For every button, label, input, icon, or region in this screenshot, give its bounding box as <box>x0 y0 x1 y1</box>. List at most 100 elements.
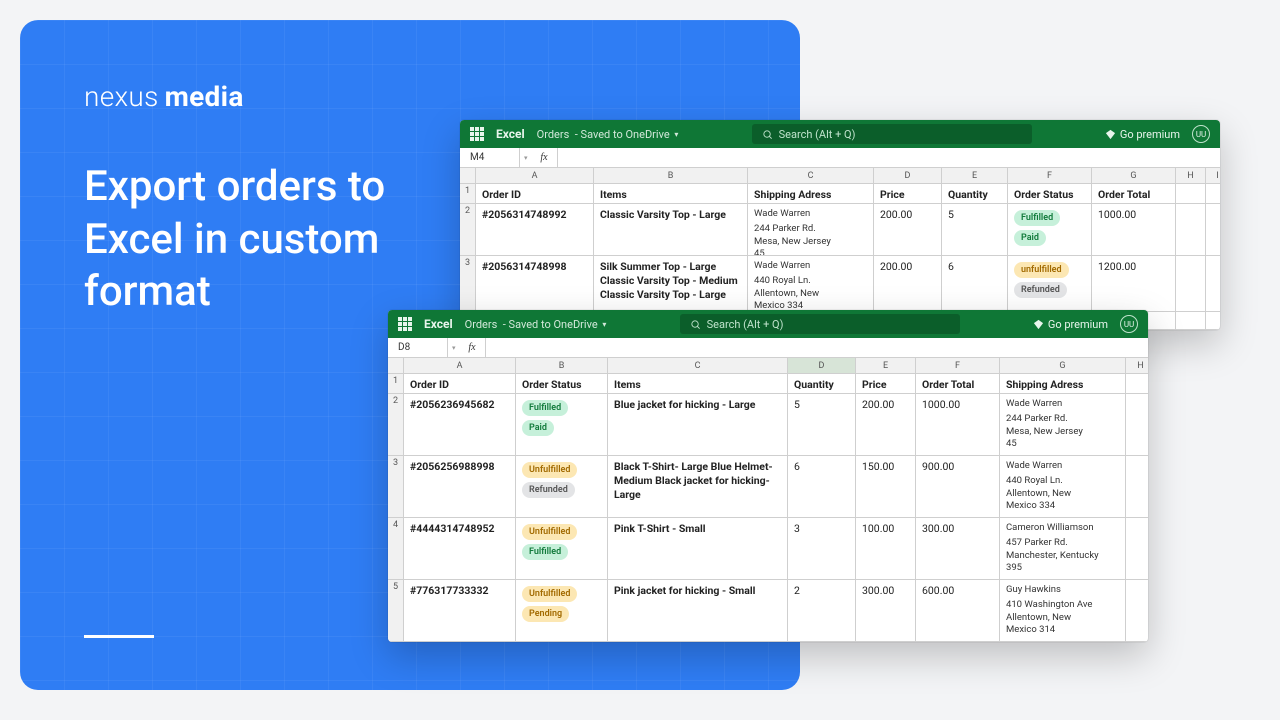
column-header[interactable]: D <box>874 168 942 184</box>
cell-quantity[interactable]: 2 <box>788 580 856 641</box>
column-header[interactable]: F <box>1008 168 1092 184</box>
cell-status[interactable]: UnfulfilledFulfilled <box>516 518 608 579</box>
cell-reference[interactable]: D8 <box>388 338 448 357</box>
cell-price[interactable]: 200.00 <box>874 204 942 255</box>
cell-shipping[interactable]: Wade Warren244 Parker Rd.Mesa, New Jerse… <box>748 204 874 255</box>
waffle-icon[interactable] <box>398 317 412 331</box>
go-premium-label: Go premium <box>1048 318 1108 331</box>
cell-header[interactable]: Order Total <box>916 374 1000 393</box>
cell-quantity[interactable]: 5 <box>788 394 856 455</box>
cell-header[interactable]: Items <box>594 184 748 203</box>
cell-price[interactable]: 150.00 <box>856 456 916 517</box>
status-pill: Unfulfilled <box>522 524 577 540</box>
cell-header[interactable] <box>1126 374 1148 393</box>
cell-quantity[interactable]: 3 <box>788 518 856 579</box>
cell-shipping[interactable]: Wade Warren244 Parker Rd.Mesa, New Jerse… <box>1000 394 1126 455</box>
column-header[interactable]: G <box>1092 168 1176 184</box>
search-input[interactable]: Search (Alt + Q) <box>752 124 1032 144</box>
column-header[interactable]: F <box>916 358 1000 374</box>
cell-header[interactable]: Shipping Adress <box>1000 374 1126 393</box>
fx-icon[interactable]: fx <box>460 338 486 357</box>
cell-total[interactable]: 1000.00 <box>1092 204 1176 255</box>
select-all-corner[interactable] <box>460 168 476 184</box>
cell-order-id[interactable]: #2056256988998 <box>404 456 516 517</box>
cell-items[interactable]: Classic Varsity Top - Large <box>594 204 748 255</box>
column-header[interactable]: E <box>942 168 1008 184</box>
cell-status[interactable]: FulfilledPaid <box>1008 204 1092 255</box>
column-headers: ABCDEFGH <box>404 358 1148 374</box>
cell-header[interactable] <box>1206 184 1220 203</box>
cell-header[interactable]: Order Status <box>516 374 608 393</box>
go-premium-button[interactable]: Go premium <box>1105 128 1180 141</box>
cell-header[interactable]: Quantity <box>788 374 856 393</box>
cell-header[interactable]: Items <box>608 374 788 393</box>
select-all-corner[interactable] <box>388 358 404 374</box>
cell-shipping[interactable]: Wade Warren440 Royal Ln.Allentown, NewMe… <box>1000 456 1126 517</box>
cell-total[interactable]: 1000.00 <box>916 394 1000 455</box>
column-header[interactable]: G <box>1000 358 1126 374</box>
cell-shipping[interactable]: Guy Hawkins410 Washington AveAllentown, … <box>1000 580 1126 641</box>
dropdown-icon[interactable]: ▾ <box>520 154 532 162</box>
cell-price[interactable]: 100.00 <box>856 518 916 579</box>
cell-price[interactable]: 200.00 <box>856 394 916 455</box>
cell-quantity[interactable]: 5 <box>942 204 1008 255</box>
cell-order-id[interactable]: #2056314748998 <box>476 256 594 311</box>
formula-bar[interactable]: D8 ▾ fx <box>388 338 1148 358</box>
cell-header[interactable]: Order Total <box>1092 184 1176 203</box>
cell-total[interactable]: 600.00 <box>916 580 1000 641</box>
search-input[interactable]: Search (Alt + Q) <box>680 314 960 334</box>
cell-header[interactable]: Order ID <box>476 184 594 203</box>
fx-icon[interactable]: fx <box>532 148 558 167</box>
cell-header[interactable]: Shipping Adress <box>748 184 874 203</box>
cell-items[interactable]: Black T-Shirt- Large Blue Helmet- Medium… <box>608 456 788 517</box>
cell-header[interactable]: Order Status <box>1008 184 1092 203</box>
cell-shipping[interactable]: Wade Warren440 Royal Ln.Allentown, NewMe… <box>748 256 874 311</box>
column-header[interactable]: H <box>1126 358 1148 374</box>
cell-items[interactable]: Pink jacket for hicking - Small <box>608 580 788 641</box>
column-header[interactable]: D <box>788 358 856 374</box>
cell-header[interactable]: Quantity <box>942 184 1008 203</box>
cell-quantity[interactable]: 6 <box>788 456 856 517</box>
doc-name[interactable]: Orders - Saved to OneDrive ▾ <box>537 128 679 141</box>
avatar[interactable]: UU <box>1120 315 1138 333</box>
cell-items[interactable]: Silk Summer Top - LargeClassic Varsity T… <box>594 256 748 311</box>
column-header[interactable]: E <box>856 358 916 374</box>
cell-total[interactable]: 900.00 <box>916 456 1000 517</box>
waffle-icon[interactable] <box>470 127 484 141</box>
column-header[interactable]: C <box>608 358 788 374</box>
cell-shipping[interactable]: Cameron Williamson457 Parker Rd.Manchest… <box>1000 518 1126 579</box>
cell-order-id[interactable]: #2056236945682 <box>404 394 516 455</box>
cell-items[interactable]: Blue jacket for hicking - Large <box>608 394 788 455</box>
cell-status[interactable]: unfulfilledRefunded <box>1008 256 1092 311</box>
cell-status[interactable]: UnfulfilledPending <box>516 580 608 641</box>
cell-price[interactable]: 200.00 <box>874 256 942 311</box>
column-header[interactable]: C <box>748 168 874 184</box>
cell-price[interactable]: 300.00 <box>856 580 916 641</box>
cell-total[interactable]: 1200.00 <box>1092 256 1176 311</box>
cell-order-id[interactable]: #4444314748952 <box>404 518 516 579</box>
cell-header[interactable] <box>1176 184 1206 203</box>
column-header[interactable]: B <box>594 168 748 184</box>
doc-name[interactable]: Orders - Saved to OneDrive ▾ <box>465 318 607 331</box>
cell-header[interactable]: Order ID <box>404 374 516 393</box>
column-header[interactable]: B <box>516 358 608 374</box>
cell-header[interactable]: Price <box>874 184 942 203</box>
cell-header[interactable]: Price <box>856 374 916 393</box>
cell-items[interactable]: Pink T-Shirt - Small <box>608 518 788 579</box>
cell-order-id[interactable]: #776317733332 <box>404 580 516 641</box>
go-premium-button[interactable]: Go premium <box>1033 318 1108 331</box>
dropdown-icon[interactable]: ▾ <box>448 344 460 352</box>
cell-status[interactable]: UnfulfilledRefunded <box>516 456 608 517</box>
formula-bar[interactable]: M4 ▾ fx <box>460 148 1220 168</box>
cell-order-id[interactable]: #2056314748992 <box>476 204 594 255</box>
column-header[interactable]: H <box>1176 168 1206 184</box>
cell-quantity[interactable]: 6 <box>942 256 1008 311</box>
avatar[interactable]: UU <box>1192 125 1210 143</box>
status-pill: unfulfilled <box>1014 262 1069 278</box>
column-header[interactable]: A <box>476 168 594 184</box>
cell-status[interactable]: FulfilledPaid <box>516 394 608 455</box>
cell-total[interactable]: 300.00 <box>916 518 1000 579</box>
cell-reference[interactable]: M4 <box>460 148 520 167</box>
column-header[interactable]: I <box>1206 168 1220 184</box>
column-header[interactable]: A <box>404 358 516 374</box>
